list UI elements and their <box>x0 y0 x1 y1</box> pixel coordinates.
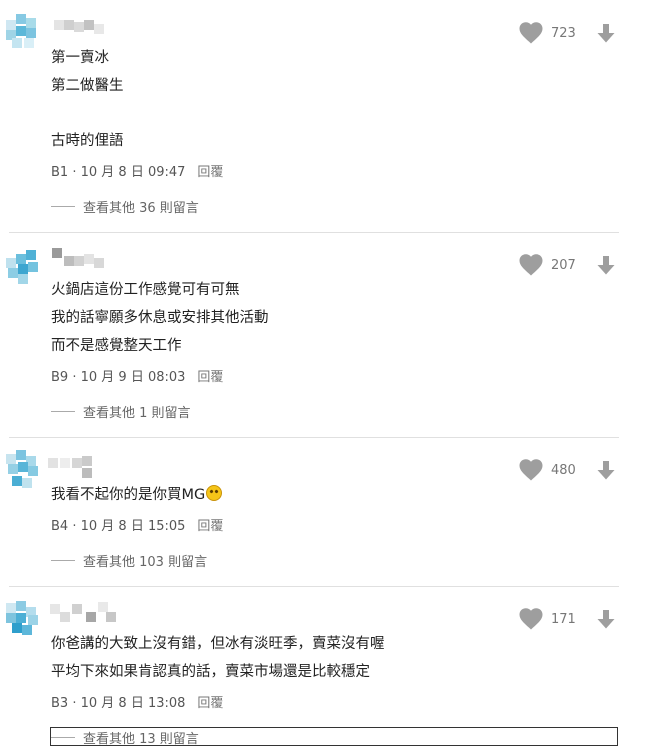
divider-dash <box>51 560 75 561</box>
avatar[interactable] <box>6 450 46 490</box>
floor-number: B4 <box>51 519 69 534</box>
like-count: 480 <box>551 462 576 478</box>
like-count: 207 <box>551 257 576 273</box>
like-button[interactable]: 171 <box>519 608 576 630</box>
like-count: 723 <box>551 25 576 41</box>
comment-text-line: 第二做醫生 <box>51 78 124 94</box>
divider-dash <box>51 411 75 412</box>
like-button[interactable]: 723 <box>519 22 576 44</box>
dislike-button[interactable] <box>596 609 616 629</box>
reply-button[interactable]: 回覆 <box>197 519 223 534</box>
comment-text-line: 我看不起你的是你買MG <box>51 485 223 505</box>
dislike-button[interactable] <box>596 23 616 43</box>
heart-icon <box>519 608 543 630</box>
like-button[interactable]: 207 <box>519 254 576 276</box>
heart-icon <box>519 22 543 44</box>
floor-number: B3 <box>51 696 69 711</box>
view-replies-link[interactable]: 查看其他 13 則留言 <box>51 728 199 747</box>
comment-text-line: 第一賣冰 <box>51 50 109 66</box>
view-replies-label: 查看其他 103 則留言 <box>83 555 208 570</box>
arrow-down-icon <box>596 460 616 480</box>
divider-dash <box>51 737 75 738</box>
comment-text-line: 你爸講的大致上沒有錯，但冰有淡旺季，賣菜沒有喔 <box>51 636 385 652</box>
comment-date: 10 月 8 日 15:05 <box>80 519 186 534</box>
comment-date: 10 月 8 日 09:47 <box>80 165 186 180</box>
view-replies-link[interactable]: 查看其他 1 則留言 <box>51 402 191 421</box>
comment-meta: B9 · 10 月 9 日 08:03 回覆 <box>51 370 224 385</box>
comment-text-line: 火鍋店這份工作感覺可有可無 <box>51 282 240 298</box>
view-replies-label: 查看其他 36 則留言 <box>83 201 199 216</box>
view-replies-label: 查看其他 13 則留言 <box>83 732 199 747</box>
username-blurred[interactable] <box>46 248 116 270</box>
avatar[interactable] <box>6 14 46 54</box>
comment-divider <box>9 586 619 587</box>
comment-divider <box>9 437 619 438</box>
comment-text-line: 平均下來如果肯認真的話，賣菜市場還是比較穩定 <box>51 664 370 680</box>
comment-date: 10 月 8 日 13:08 <box>80 696 186 711</box>
floor-number: B1 <box>51 165 69 180</box>
rofl-emoji-icon <box>206 485 223 501</box>
arrow-down-icon <box>596 23 616 43</box>
username-blurred[interactable] <box>46 18 116 40</box>
username-blurred[interactable] <box>46 602 116 624</box>
divider-dash <box>51 206 75 207</box>
comment-meta: B1 · 10 月 8 日 09:47 回覆 <box>51 165 224 180</box>
heart-icon <box>519 459 543 481</box>
floor-number: B9 <box>51 370 69 385</box>
username-blurred[interactable] <box>46 456 116 478</box>
like-button[interactable]: 480 <box>519 459 576 481</box>
dislike-button[interactable] <box>596 255 616 275</box>
avatar[interactable] <box>6 246 46 286</box>
heart-icon <box>519 254 543 276</box>
reply-button[interactable]: 回覆 <box>197 165 223 180</box>
comment-text-line: 古時的俚語 <box>51 133 124 149</box>
comment-date: 10 月 9 日 08:03 <box>80 370 186 385</box>
comment-text-line: 而不是感覺整天工作 <box>51 338 182 354</box>
avatar[interactable] <box>6 601 46 641</box>
view-replies-label: 查看其他 1 則留言 <box>83 406 191 421</box>
reply-button[interactable]: 回覆 <box>197 696 223 711</box>
comment-text-line: 我的話寧願多休息或安排其他活動 <box>51 310 269 326</box>
arrow-down-icon <box>596 255 616 275</box>
like-count: 171 <box>551 611 576 627</box>
comment-meta: B3 · 10 月 8 日 13:08 回覆 <box>51 696 224 711</box>
view-replies-link[interactable]: 查看其他 103 則留言 <box>51 551 207 570</box>
dislike-button[interactable] <box>596 460 616 480</box>
comment-meta: B4 · 10 月 8 日 15:05 回覆 <box>51 519 224 534</box>
comment-text: 我看不起你的是你買MG <box>51 487 206 503</box>
arrow-down-icon <box>596 609 616 629</box>
comment-divider <box>9 232 619 233</box>
view-replies-link[interactable]: 查看其他 36 則留言 <box>51 197 199 216</box>
reply-button[interactable]: 回覆 <box>197 370 223 385</box>
